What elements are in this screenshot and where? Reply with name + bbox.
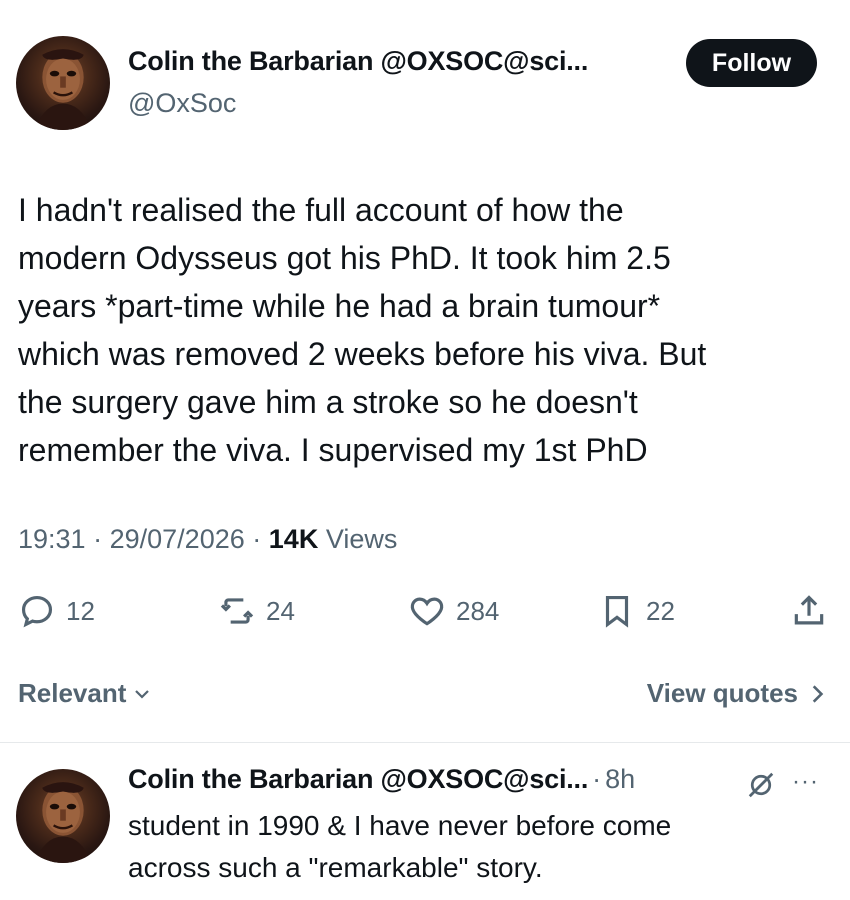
views-count: 14K [268,524,319,554]
reply-text-line: student in 1990 & I have never before co… [128,810,672,841]
repost-count: 24 [266,595,295,626]
divider [0,742,850,743]
reply-count: 12 [66,595,95,626]
tweet-text-line: years *part-time while he had a brain tu… [18,288,661,324]
tweet-text-line: modern Odysseus got his PhD. It took him… [18,240,671,276]
replies-sort-dropdown[interactable]: Relevant [18,678,152,709]
repost-button[interactable]: 24 [218,588,295,634]
chevron-right-icon [812,684,824,703]
tweet-text-line: remember the viva. I supervised my 1st P… [18,432,648,468]
avatar[interactable] [16,36,110,130]
grok-icon[interactable] [746,770,776,800]
reply-time[interactable]: 8h [605,764,635,795]
tweet-meta: 19:31 · 29/07/2026 · 14K Views [18,524,397,555]
reply-button[interactable]: 12 [18,588,95,634]
reply-author-name[interactable]: Colin the Barbarian @OXSOC@sci... [128,764,588,795]
views-label: Views [325,524,398,554]
tweet-time[interactable]: 19:31 [18,524,86,554]
author-handle[interactable]: @OxSoc [128,88,236,119]
heart-icon [410,597,444,626]
portrait-image [34,49,92,130]
bookmark-count: 22 [646,595,675,626]
more-options-icon[interactable]: ··· [792,768,819,796]
action-bar: 12 24 284 22 [0,588,850,634]
tweet-text-line: I hadn't realised the full account of ho… [18,192,624,228]
tweet-text-line: the surgery gave him a stroke so he does… [18,384,638,420]
reply-text-line: across such a "remarkable" story. [128,852,543,883]
view-quotes-link[interactable]: View quotes [647,678,828,709]
reply-separator: · [592,764,602,794]
portrait-image [34,782,92,863]
reply-avatar[interactable] [16,769,110,863]
view-quotes-label: View quotes [646,678,798,708]
repost-icon [220,598,254,624]
share-button[interactable] [790,588,828,634]
bookmark-icon [605,595,629,628]
like-button[interactable]: 284 [408,588,499,634]
author-display-name[interactable]: Colin the Barbarian @OXSOC@sci... [128,46,588,77]
like-count: 284 [456,595,500,626]
bookmark-button[interactable]: 22 [598,588,675,634]
follow-button[interactable]: Follow [686,39,817,87]
reply-header: Colin the Barbarian @OXSOC@sci... · 8h [128,764,635,795]
reply-icon [21,595,53,628]
tweet-text: I hadn't realised the full account of ho… [18,186,828,474]
meta-separator: · [93,524,103,554]
share-icon [794,595,824,625]
chevron-down-icon [135,689,150,699]
reply-text: student in 1990 & I have never before co… [128,805,828,889]
tweet-date[interactable]: 29/07/2026 [110,524,245,554]
tweet-text-line: which was removed 2 weeks before his viv… [18,336,707,372]
sort-label: Relevant [18,678,127,708]
meta-separator: · [252,524,262,554]
